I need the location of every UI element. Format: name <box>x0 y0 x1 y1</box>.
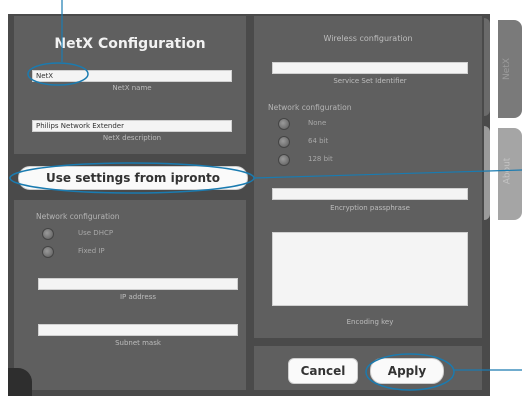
fixed-ip-radio[interactable] <box>42 246 54 258</box>
ip-address-caption: IP address <box>119 293 156 301</box>
encoding-key-field[interactable] <box>272 232 468 306</box>
tab-netx-label: NetX <box>501 58 512 80</box>
netx-description-field[interactable]: Philips Network Extender <box>32 120 232 132</box>
use-settings-button[interactable]: Use settings from ipronto <box>18 166 248 190</box>
64bit-label: 64 bit <box>308 137 329 145</box>
tab-about-label: About <box>502 157 513 185</box>
none-label: None <box>308 119 327 127</box>
network-panel: Network configuration Use DHCP Fixed IP … <box>14 200 246 390</box>
128bit-radio[interactable] <box>278 154 290 166</box>
netx-description-caption: NetX description <box>102 134 162 142</box>
tab-about-label-wrap: About <box>498 128 522 220</box>
apply-button[interactable]: Apply <box>370 358 444 384</box>
dhcp-label: Use DHCP <box>78 229 114 237</box>
none-radio[interactable] <box>278 118 290 130</box>
64bit-radio[interactable] <box>278 136 290 148</box>
corner-arrow-icon <box>8 368 32 396</box>
subnet-mask-field[interactable] <box>38 324 238 336</box>
encoding-key-caption: Encoding key <box>346 318 394 326</box>
ssid-caption: Service Set Identifier <box>333 77 407 85</box>
passphrase-caption: Encryption passphrase <box>330 204 410 212</box>
subnet-mask-caption: Subnet mask <box>115 339 161 347</box>
fixed-ip-label: Fixed IP <box>78 247 105 255</box>
page-title: NetX Configuration <box>54 36 206 52</box>
netx-name-caption: NetX name <box>112 84 152 92</box>
network-config-label: Network configuration <box>36 212 120 221</box>
128bit-label: 128 bit <box>308 155 333 163</box>
general-panel: NetX Configuration NetX NetX name Philip… <box>14 16 246 154</box>
tab-netx[interactable] <box>484 18 490 116</box>
cancel-button[interactable]: Cancel <box>288 358 358 384</box>
tab-netx-label-wrap: NetX <box>498 20 522 118</box>
netx-name-field[interactable]: NetX <box>32 70 232 82</box>
encryption-network-label: Network configuration <box>268 103 352 112</box>
wireless-title: Wireless configuration <box>323 34 413 43</box>
ip-address-field[interactable] <box>38 278 238 290</box>
passphrase-field[interactable] <box>272 188 468 200</box>
dhcp-radio[interactable] <box>42 228 54 240</box>
wireless-panel: Wireless configuration Service Set Ident… <box>254 16 482 338</box>
netx-config-screen: NetX Configuration NetX NetX name Philip… <box>8 14 490 396</box>
ssid-field[interactable] <box>272 62 468 74</box>
tab-about[interactable] <box>484 126 490 220</box>
